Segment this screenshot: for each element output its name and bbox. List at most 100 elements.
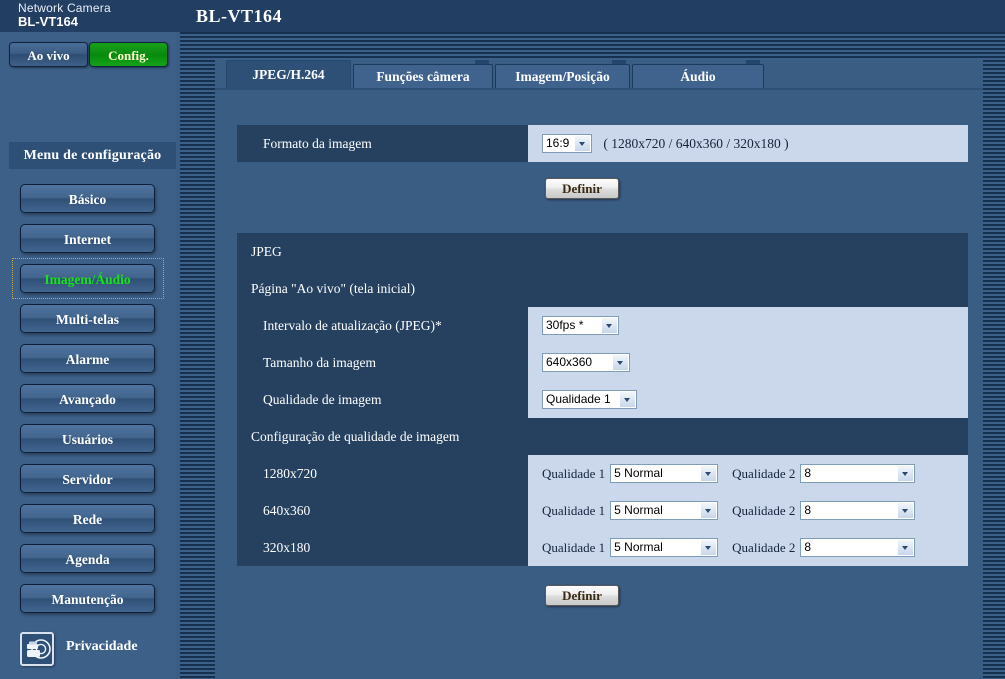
sidebar-item-agenda[interactable]: Agenda: [20, 544, 155, 573]
table-row-image-format: Formato da imagem 16:9 ( 1280x720 / 640x…: [237, 125, 968, 162]
setup-menu-title: Menu de configuração: [9, 142, 176, 169]
format-submit-button[interactable]: Definir: [545, 178, 619, 199]
chevron-down-icon: [700, 503, 717, 518]
table-row-quality-640x360: 640x360 Qualidade 1 5 Normal Qualidade 2 8: [237, 492, 968, 529]
image-format-select[interactable]: 16:9: [542, 134, 592, 153]
quality-resolution-label: 320x180: [237, 529, 528, 566]
sidebar-item-servidor[interactable]: Servidor: [20, 464, 155, 493]
app-header: Network Camera BL-VT164 BL-VT164: [0, 0, 1005, 32]
tab-4[interactable]: Áudio: [632, 64, 764, 89]
chevron-down-icon: [612, 355, 628, 370]
tab-bar: JPEG/H.264 Funções câmera Imagem/Posição Áu…: [215, 60, 983, 89]
table-row-jpeg-heading: JPEG: [237, 233, 968, 270]
chevron-down-icon: [897, 540, 914, 555]
sidebar-item-manutencao[interactable]: Manutenção: [20, 584, 155, 613]
table-row-quality-config-heading: Configuração de qualidade de imagem: [237, 418, 968, 455]
chevron-down-icon: [619, 392, 635, 407]
sidebar-item-internet[interactable]: Internet: [20, 224, 155, 253]
image-format-select-value: 16:9: [546, 136, 570, 150]
privacy-label: Privacidade: [66, 639, 138, 654]
quality2-select[interactable]: 8: [800, 538, 916, 557]
quality1-select[interactable]: 5 Normal: [610, 501, 719, 520]
table-row-quality-1280x720: 1280x720 Qualidade 1 5 Normal Qualidade 2 8: [237, 455, 968, 492]
image-format-table: Formato da imagem 16:9 ( 1280x720 / 640x…: [237, 125, 968, 162]
quality1-label: Qualidade 1: [542, 502, 606, 518]
quality1-label: Qualidade 1: [542, 465, 606, 481]
quality2-label: Qualidade 2: [732, 539, 796, 555]
live-view-button[interactable]: Ao vivo: [9, 42, 88, 67]
product-kind-label: Network Camera: [18, 1, 111, 15]
chevron-down-icon: [700, 540, 717, 555]
chevron-down-icon: [897, 503, 914, 518]
table-row-image-size: Tamanho da imagem 640x360: [237, 344, 968, 381]
quality2-select-value: 8: [804, 466, 812, 480]
jpeg-settings-table: JPEG Página "Ao vivo" (tela inicial) Int…: [237, 233, 968, 566]
tab-3[interactable]: Imagem/Posição: [495, 64, 630, 89]
quality-rows-body: 1280x720 Qualidade 15 Normal Qualidade 286…: [237, 455, 968, 566]
quality1-select[interactable]: 5 Normal: [610, 538, 719, 557]
quality1-select-value: 5 Normal: [614, 503, 663, 517]
jpeg-live-subheading: Página "Ao vivo" (tela inicial): [237, 270, 968, 307]
sidebar-item-avancado[interactable]: Avançado: [20, 384, 155, 413]
chevron-down-icon: [574, 136, 590, 151]
header-stripe-band: [180, 32, 1005, 60]
quality2-select[interactable]: 8: [800, 464, 916, 483]
sidebar: Ao vivo Config. Menu de configuração Bás…: [0, 32, 176, 679]
image-format-label: Formato da imagem: [237, 125, 528, 162]
quality-resolution-label: 1280x720: [237, 455, 528, 492]
image-size-value-cell: 640x360: [528, 344, 968, 381]
quality2-select-value: 8: [804, 503, 812, 517]
quality2-select[interactable]: 8: [800, 501, 916, 520]
sidebar-item-imagem-audio[interactable]: Imagem/Áudio: [20, 264, 155, 293]
sidebar-item-rede[interactable]: Rede: [20, 504, 155, 533]
image-format-note: ( 1280x720 / 640x360 / 320x180 ): [603, 135, 789, 151]
sidebar-item-alarme[interactable]: Alarme: [20, 344, 155, 373]
quality2-select-value: 8: [804, 540, 812, 554]
chevron-down-icon: [700, 466, 717, 481]
quality1-select-value: 5 Normal: [614, 540, 663, 554]
jpeg-heading: JPEG: [237, 233, 968, 270]
tab-underline: [215, 88, 983, 90]
image-size-select[interactable]: 640x360: [542, 353, 630, 372]
tab-1[interactable]: JPEG/H.264: [226, 60, 351, 89]
tab-2[interactable]: Funções câmera: [353, 64, 493, 89]
jpeg-submit-button[interactable]: Definir: [545, 585, 619, 606]
quality1-select[interactable]: 5 Normal: [610, 464, 719, 483]
chevron-down-icon: [897, 466, 914, 481]
chevron-down-icon: [601, 318, 617, 333]
quality1-label: Qualidade 1: [542, 539, 606, 555]
refresh-interval-value-cell: 30fps *: [528, 307, 968, 344]
image-quality-select[interactable]: Qualidade 1: [542, 390, 637, 409]
product-model-label: BL-VT164: [18, 14, 78, 29]
quality2-label: Qualidade 2: [732, 502, 796, 518]
quality-value-cell: Qualidade 1 5 Normal Qualidade 2 8: [528, 529, 968, 566]
table-row-image-quality: Qualidade de imagem Qualidade 1: [237, 381, 968, 418]
refresh-interval-label: Intervalo de atualização (JPEG)*: [237, 307, 528, 344]
quality1-select-value: 5 Normal: [614, 466, 663, 480]
quality-value-cell: Qualidade 1 5 Normal Qualidade 2 8: [528, 455, 968, 492]
refresh-interval-select[interactable]: 30fps *: [542, 316, 619, 335]
app-window: Network Camera BL-VT164 BL-VT164 Ao vivo…: [0, 0, 1005, 679]
left-stripe-band: [180, 60, 215, 679]
sidebar-item-usuarios[interactable]: Usuários: [20, 424, 155, 453]
main-content: JPEG/H.264 Funções câmera Imagem/Posição Áu…: [215, 60, 983, 679]
image-quality-label: Qualidade de imagem: [237, 381, 528, 418]
image-size-label: Tamanho da imagem: [237, 344, 528, 381]
refresh-interval-select-value: 30fps *: [546, 318, 584, 332]
image-size-select-value: 640x360: [546, 355, 593, 369]
image-quality-select-value: Qualidade 1: [546, 392, 611, 406]
quality-resolution-label: 640x360: [237, 492, 528, 529]
page-title: BL-VT164: [196, 6, 283, 26]
image-quality-value-cell: Qualidade 1: [528, 381, 968, 418]
table-row-refresh-interval: Intervalo de atualização (JPEG)* 30fps *: [237, 307, 968, 344]
sidebar-topnav: Ao vivo Config.: [0, 32, 176, 82]
privacy-link[interactable]: Privacidade: [20, 632, 170, 672]
sidebar-item-basico[interactable]: Básico: [20, 184, 155, 213]
sidebar-item-multi-telas[interactable]: Multi-telas: [20, 304, 155, 333]
quality2-label: Qualidade 2: [732, 465, 796, 481]
table-row-quality-320x180: 320x180 Qualidade 1 5 Normal Qualidade 2 8: [237, 529, 968, 566]
image-format-value-cell: 16:9 ( 1280x720 / 640x360 / 320x180 ): [528, 125, 968, 162]
table-row-live-subheading: Página "Ao vivo" (tela inicial): [237, 270, 968, 307]
config-button[interactable]: Config.: [89, 42, 168, 67]
privacy-hand-icon: [20, 632, 54, 666]
